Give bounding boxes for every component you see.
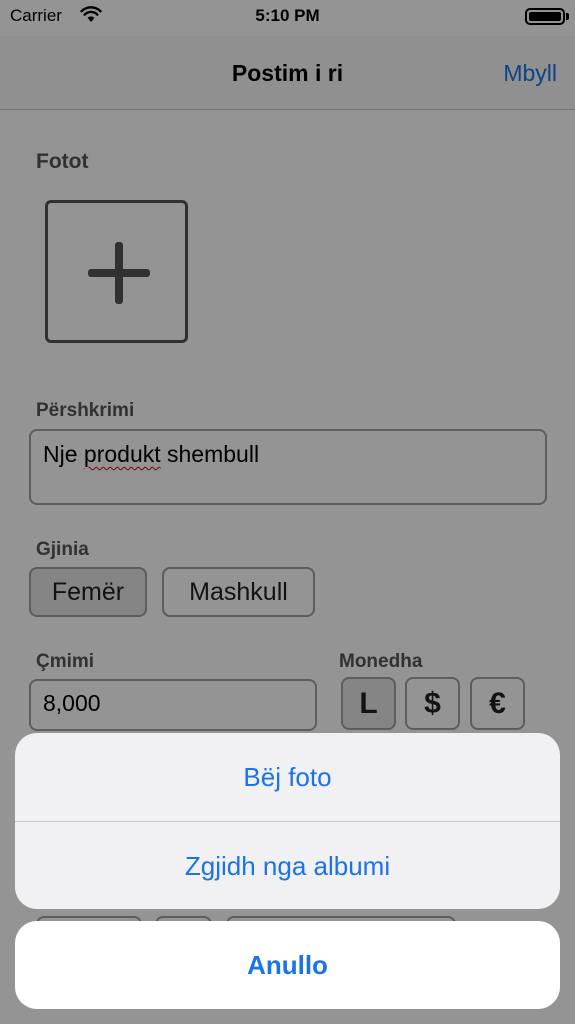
choose-from-album-button[interactable]: Zgjidh nga albumi: [15, 822, 560, 909]
cancel-button[interactable]: Anullo: [15, 921, 560, 1009]
take-photo-button[interactable]: Bëj foto: [15, 733, 560, 821]
action-sheet: Bëj foto Zgjidh nga albumi: [15, 733, 560, 909]
